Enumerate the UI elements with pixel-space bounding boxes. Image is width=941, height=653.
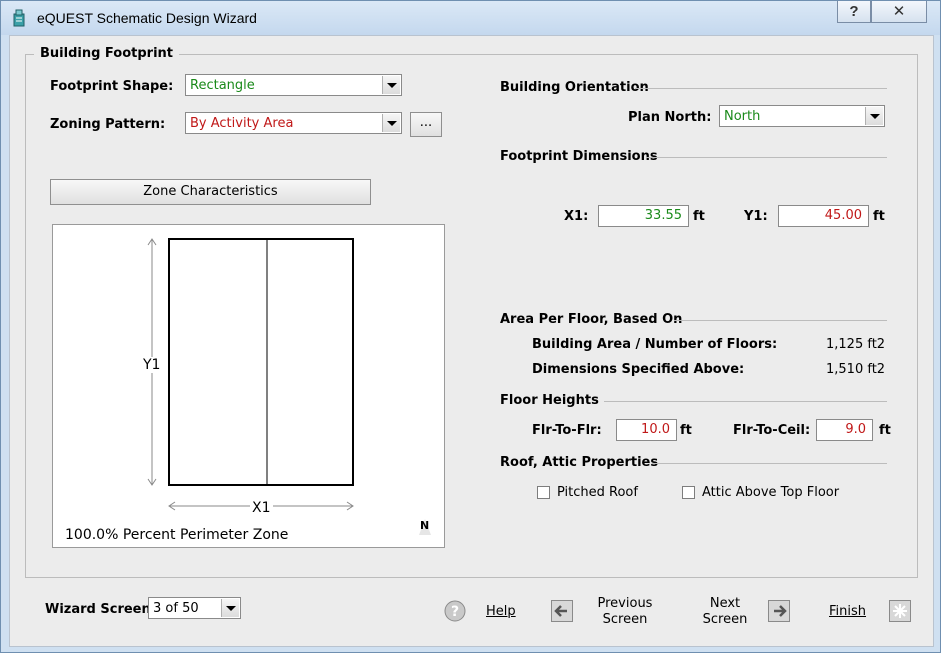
- plan-north-label: Plan North:: [628, 110, 712, 125]
- wizard-window: eQUEST Schematic Design Wizard ? ✕ Build…: [0, 0, 941, 653]
- flr-to-ceil-input[interactable]: 9.0: [816, 419, 873, 441]
- attic-above-top-floor-checkbox[interactable]: [682, 486, 695, 499]
- section-divider: [652, 463, 887, 464]
- zone-characteristics-button[interactable]: Zone Characteristics: [50, 179, 371, 205]
- plan-north-select[interactable]: North: [719, 105, 885, 127]
- x1-label: X1: [250, 500, 273, 516]
- building-area-value: 1,125 ft2: [826, 337, 886, 352]
- y1-input-label: Y1:: [744, 209, 768, 224]
- footprint-diagram: [147, 238, 431, 535]
- group-title: Building Footprint: [34, 46, 179, 61]
- arrow-left-icon[interactable]: [551, 600, 573, 622]
- flr-to-flr-input[interactable]: 10.0: [616, 419, 677, 441]
- section-divider: [635, 88, 887, 89]
- floor-heights-heading: Floor Heights: [500, 393, 599, 408]
- footprint-shape-value: Rectangle: [190, 78, 255, 93]
- plan-north-value: North: [724, 109, 761, 124]
- wizard-client-area: Building Footprint Footprint Shape: Rect…: [9, 35, 934, 647]
- wizard-screen-value: 3 of 50: [153, 601, 199, 616]
- finish-button[interactable]: Finish: [829, 604, 866, 619]
- area-per-floor-heading: Area Per Floor, Based On: [500, 312, 683, 327]
- footprint-shape-label: Footprint Shape:: [50, 79, 174, 94]
- zoning-pattern-ellipsis-button[interactable]: ...: [410, 112, 442, 137]
- ellipsis-label: ...: [419, 115, 433, 130]
- arrow-right-icon[interactable]: [768, 600, 790, 622]
- chevron-down-icon[interactable]: [382, 76, 400, 94]
- help-button[interactable]: Help: [486, 604, 516, 619]
- x1-input-label: X1:: [564, 209, 589, 224]
- finish-icon[interactable]: [889, 600, 911, 622]
- flr-to-flr-label: Flr-To-Flr:: [532, 423, 602, 438]
- pitched-roof-label[interactable]: Pitched Roof: [557, 485, 638, 500]
- footprint-outline: [168, 238, 354, 486]
- north-label: N: [420, 519, 430, 532]
- flr-to-flr-unit: ft: [680, 423, 692, 438]
- previous-screen-line1[interactable]: Previous: [596, 596, 654, 611]
- help-title-button[interactable]: ?: [837, 1, 871, 23]
- dimensions-area-value: 1,510 ft2: [826, 362, 886, 377]
- y1-unit: ft: [873, 209, 885, 224]
- svg-text:?: ?: [451, 604, 459, 620]
- building-area-label: Building Area / Number of Floors:: [532, 337, 778, 352]
- section-divider: [646, 157, 887, 158]
- window-title: eQUEST Schematic Design Wizard: [37, 10, 257, 26]
- app-icon: [13, 9, 25, 27]
- footprint-preview: Y1 X1 N 100.0% Percent Perimeter Zone: [52, 224, 445, 548]
- dimensions-area-label: Dimensions Specified Above:: [532, 362, 745, 377]
- previous-screen-line2[interactable]: Screen: [596, 612, 654, 627]
- close-button[interactable]: ✕: [871, 1, 927, 23]
- x1-input[interactable]: 33.55: [598, 205, 689, 227]
- pitched-roof-checkbox[interactable]: [537, 486, 550, 499]
- flr-to-ceil-unit: ft: [879, 423, 891, 438]
- building-orientation-heading: Building Orientation: [500, 80, 649, 95]
- help-icon[interactable]: ?: [444, 600, 466, 622]
- y1-label: Y1: [143, 357, 161, 373]
- chevron-down-icon[interactable]: [382, 114, 400, 132]
- chevron-down-icon[interactable]: [221, 599, 239, 617]
- roof-attic-heading: Roof, Attic Properties: [500, 455, 659, 470]
- perimeter-zone-text: 100.0% Percent Perimeter Zone: [65, 527, 289, 543]
- title-bar: eQUEST Schematic Design Wizard ? ✕: [1, 1, 940, 35]
- next-screen-line1[interactable]: Next: [696, 596, 754, 611]
- x1-unit: ft: [693, 209, 705, 224]
- section-divider: [604, 401, 887, 402]
- chevron-down-icon[interactable]: [865, 107, 883, 125]
- section-divider: [674, 320, 887, 321]
- next-screen-line2[interactable]: Screen: [696, 612, 754, 627]
- zone-characteristics-label: Zone Characteristics: [143, 184, 278, 199]
- footprint-shape-select[interactable]: Rectangle: [185, 74, 402, 96]
- footprint-dimensions-heading: Footprint Dimensions: [500, 149, 658, 164]
- y1-input[interactable]: 45.00: [778, 205, 869, 227]
- zoning-pattern-select[interactable]: By Activity Area: [185, 112, 402, 134]
- wizard-screen-select[interactable]: 3 of 50: [148, 597, 241, 619]
- zoning-pattern-label: Zoning Pattern:: [50, 117, 166, 132]
- question-icon: ?: [849, 3, 859, 20]
- attic-above-top-floor-label[interactable]: Attic Above Top Floor: [702, 485, 839, 500]
- wizard-screen-label: Wizard Screen: [45, 602, 151, 617]
- zoning-pattern-value: By Activity Area: [190, 116, 294, 131]
- close-icon: ✕: [892, 3, 906, 20]
- flr-to-ceil-label: Flr-To-Ceil:: [733, 423, 811, 438]
